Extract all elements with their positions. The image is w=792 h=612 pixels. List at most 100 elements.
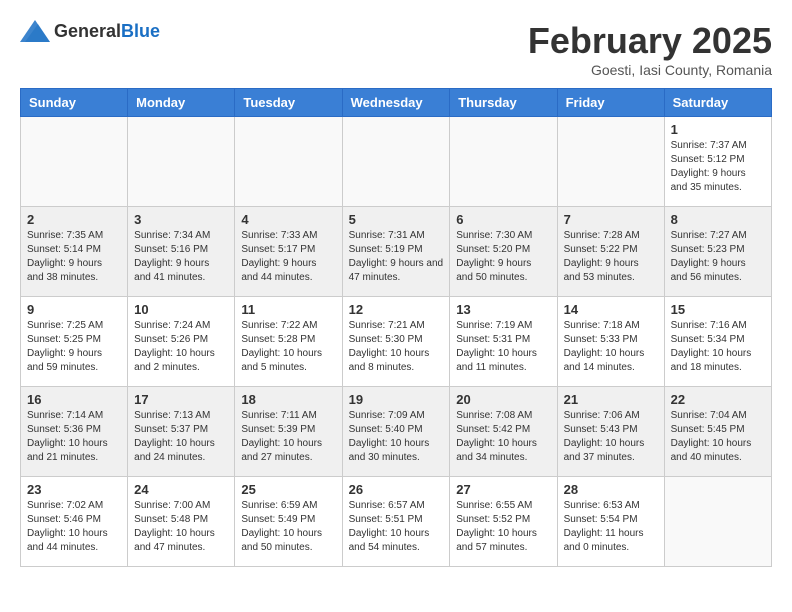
calendar-day-cell: 4 Sunrise: 7:33 AM Sunset: 5:17 PM Daylig… [235, 207, 342, 297]
day-info: Sunrise: 7:28 AM Sunset: 5:22 PM Dayligh… [564, 229, 658, 285]
day-number: 17 [134, 392, 228, 407]
calendar-day-cell [21, 117, 128, 207]
calendar-day-cell [557, 117, 664, 207]
calendar-day-cell: 13 Sunrise: 7:19 AM Sunset: 5:31 PM Dayli… [450, 297, 557, 387]
day-info: Sunrise: 7:19 AM Sunset: 5:31 PM Dayligh… [456, 319, 550, 375]
calendar-week-row: 9 Sunrise: 7:25 AM Sunset: 5:25 PM Daylig… [21, 297, 772, 387]
day-info: Sunrise: 6:59 AM Sunset: 5:49 PM Dayligh… [241, 499, 335, 555]
calendar-day-cell: 19 Sunrise: 7:09 AM Sunset: 5:40 PM Dayli… [342, 387, 450, 477]
day-number: 6 [456, 212, 550, 227]
day-info: Sunrise: 7:06 AM Sunset: 5:43 PM Dayligh… [564, 409, 658, 465]
calendar-day-cell: 12 Sunrise: 7:21 AM Sunset: 5:30 PM Dayli… [342, 297, 450, 387]
calendar-day-cell: 15 Sunrise: 7:16 AM Sunset: 5:34 PM Dayli… [664, 297, 771, 387]
day-number: 28 [564, 482, 658, 497]
day-info: Sunrise: 7:25 AM Sunset: 5:25 PM Dayligh… [27, 319, 121, 375]
day-info: Sunrise: 7:13 AM Sunset: 5:37 PM Dayligh… [134, 409, 228, 465]
page-header: GeneralBlue February 2025 Goesti, Iasi C… [20, 20, 772, 78]
calendar-week-row: 16Sunrise: 7:14 AM Sunset: 5:36 PM Dayli… [21, 387, 772, 477]
day-number: 9 [27, 302, 121, 317]
day-info: Sunrise: 7:11 AM Sunset: 5:39 PM Dayligh… [241, 409, 335, 465]
logo-general: General [54, 21, 121, 41]
calendar-table: SundayMondayTuesdayWednesdayThursdayFrid… [20, 88, 772, 567]
day-info: Sunrise: 7:30 AM Sunset: 5:20 PM Dayligh… [456, 229, 550, 285]
calendar-day-cell: 3Sunrise: 7:34 AM Sunset: 5:16 PM Daylig… [128, 207, 235, 297]
calendar-week-row: 2Sunrise: 7:35 AM Sunset: 5:14 PM Daylig… [21, 207, 772, 297]
month-title: February 2025 [528, 20, 772, 62]
day-number: 26 [349, 482, 444, 497]
day-info: Sunrise: 6:57 AM Sunset: 5:51 PM Dayligh… [349, 499, 444, 555]
day-number: 16 [27, 392, 121, 407]
calendar-day-cell: 1 Sunrise: 7:37 AM Sunset: 5:12 PM Daylig… [664, 117, 771, 207]
calendar-day-cell [664, 477, 771, 567]
day-info: Sunrise: 7:21 AM Sunset: 5:30 PM Dayligh… [349, 319, 444, 375]
calendar-day-cell: 18 Sunrise: 7:11 AM Sunset: 5:39 PM Dayli… [235, 387, 342, 477]
day-info: Sunrise: 7:31 AM Sunset: 5:19 PM Dayligh… [349, 229, 444, 285]
day-number: 15 [671, 302, 765, 317]
title-block: February 2025 Goesti, Iasi County, Roman… [528, 20, 772, 78]
day-info: Sunrise: 7:27 AM Sunset: 5:23 PM Dayligh… [671, 229, 765, 285]
calendar-day-cell: 9 Sunrise: 7:25 AM Sunset: 5:25 PM Daylig… [21, 297, 128, 387]
day-number: 12 [349, 302, 444, 317]
day-info: Sunrise: 7:18 AM Sunset: 5:33 PM Dayligh… [564, 319, 658, 375]
calendar-day-cell: 8 Sunrise: 7:27 AM Sunset: 5:23 PM Daylig… [664, 207, 771, 297]
weekday-header-monday: Monday [128, 89, 235, 117]
logo: GeneralBlue [20, 20, 160, 42]
day-info: Sunrise: 7:22 AM Sunset: 5:28 PM Dayligh… [241, 319, 335, 375]
day-number: 25 [241, 482, 335, 497]
day-info: Sunrise: 7:35 AM Sunset: 5:14 PM Dayligh… [27, 229, 121, 285]
day-number: 18 [241, 392, 335, 407]
calendar-day-cell: 17 Sunrise: 7:13 AM Sunset: 5:37 PM Dayli… [128, 387, 235, 477]
day-number: 23 [27, 482, 121, 497]
calendar-day-cell: 28 Sunrise: 6:53 AM Sunset: 5:54 PM Dayli… [557, 477, 664, 567]
calendar-day-cell: 21 Sunrise: 7:06 AM Sunset: 5:43 PM Dayli… [557, 387, 664, 477]
calendar-day-cell: 24Sunrise: 7:00 AM Sunset: 5:48 PM Dayli… [128, 477, 235, 567]
day-info: Sunrise: 7:34 AM Sunset: 5:16 PM Dayligh… [134, 229, 228, 285]
calendar-day-cell: 23Sunrise: 7:02 AM Sunset: 5:46 PM Dayli… [21, 477, 128, 567]
day-number: 8 [671, 212, 765, 227]
logo-icon [20, 20, 50, 42]
day-info: Sunrise: 7:33 AM Sunset: 5:17 PM Dayligh… [241, 229, 335, 285]
day-number: 4 [241, 212, 335, 227]
day-number: 11 [241, 302, 335, 317]
weekday-header-thursday: Thursday [450, 89, 557, 117]
calendar-day-cell: 22Sunrise: 7:04 AM Sunset: 5:45 PM Dayli… [664, 387, 771, 477]
calendar-day-cell: 14 Sunrise: 7:18 AM Sunset: 5:33 PM Dayli… [557, 297, 664, 387]
day-info: Sunrise: 6:53 AM Sunset: 5:54 PM Dayligh… [564, 499, 658, 555]
weekday-header-row: SundayMondayTuesdayWednesdayThursdayFrid… [21, 89, 772, 117]
day-number: 5 [349, 212, 444, 227]
calendar-day-cell: 11 Sunrise: 7:22 AM Sunset: 5:28 PM Dayli… [235, 297, 342, 387]
calendar-day-cell [128, 117, 235, 207]
day-number: 14 [564, 302, 658, 317]
calendar-day-cell: 16Sunrise: 7:14 AM Sunset: 5:36 PM Dayli… [21, 387, 128, 477]
weekday-header-sunday: Sunday [21, 89, 128, 117]
day-number: 22 [671, 392, 765, 407]
calendar-day-cell: 26 Sunrise: 6:57 AM Sunset: 5:51 PM Dayli… [342, 477, 450, 567]
day-number: 19 [349, 392, 444, 407]
day-info: Sunrise: 7:37 AM Sunset: 5:12 PM Dayligh… [671, 139, 765, 195]
weekday-header-wednesday: Wednesday [342, 89, 450, 117]
day-number: 10 [134, 302, 228, 317]
weekday-header-tuesday: Tuesday [235, 89, 342, 117]
day-number: 27 [456, 482, 550, 497]
day-info: Sunrise: 6:55 AM Sunset: 5:52 PM Dayligh… [456, 499, 550, 555]
logo-blue: Blue [121, 21, 160, 41]
day-info: Sunrise: 7:16 AM Sunset: 5:34 PM Dayligh… [671, 319, 765, 375]
day-number: 20 [456, 392, 550, 407]
day-number: 7 [564, 212, 658, 227]
day-number: 13 [456, 302, 550, 317]
calendar-week-row: 23Sunrise: 7:02 AM Sunset: 5:46 PM Dayli… [21, 477, 772, 567]
calendar-day-cell [342, 117, 450, 207]
calendar-day-cell: 27 Sunrise: 6:55 AM Sunset: 5:52 PM Dayli… [450, 477, 557, 567]
calendar-day-cell: 20 Sunrise: 7:08 AM Sunset: 5:42 PM Dayli… [450, 387, 557, 477]
day-number: 1 [671, 122, 765, 137]
day-info: Sunrise: 7:09 AM Sunset: 5:40 PM Dayligh… [349, 409, 444, 465]
day-info: Sunrise: 7:08 AM Sunset: 5:42 PM Dayligh… [456, 409, 550, 465]
calendar-day-cell [235, 117, 342, 207]
calendar-day-cell: 2Sunrise: 7:35 AM Sunset: 5:14 PM Daylig… [21, 207, 128, 297]
day-number: 21 [564, 392, 658, 407]
calendar-day-cell: 5 Sunrise: 7:31 AM Sunset: 5:19 PM Daylig… [342, 207, 450, 297]
weekday-header-friday: Friday [557, 89, 664, 117]
logo-text: GeneralBlue [54, 21, 160, 42]
day-info: Sunrise: 7:00 AM Sunset: 5:48 PM Dayligh… [134, 499, 228, 555]
calendar-day-cell: 7 Sunrise: 7:28 AM Sunset: 5:22 PM Daylig… [557, 207, 664, 297]
